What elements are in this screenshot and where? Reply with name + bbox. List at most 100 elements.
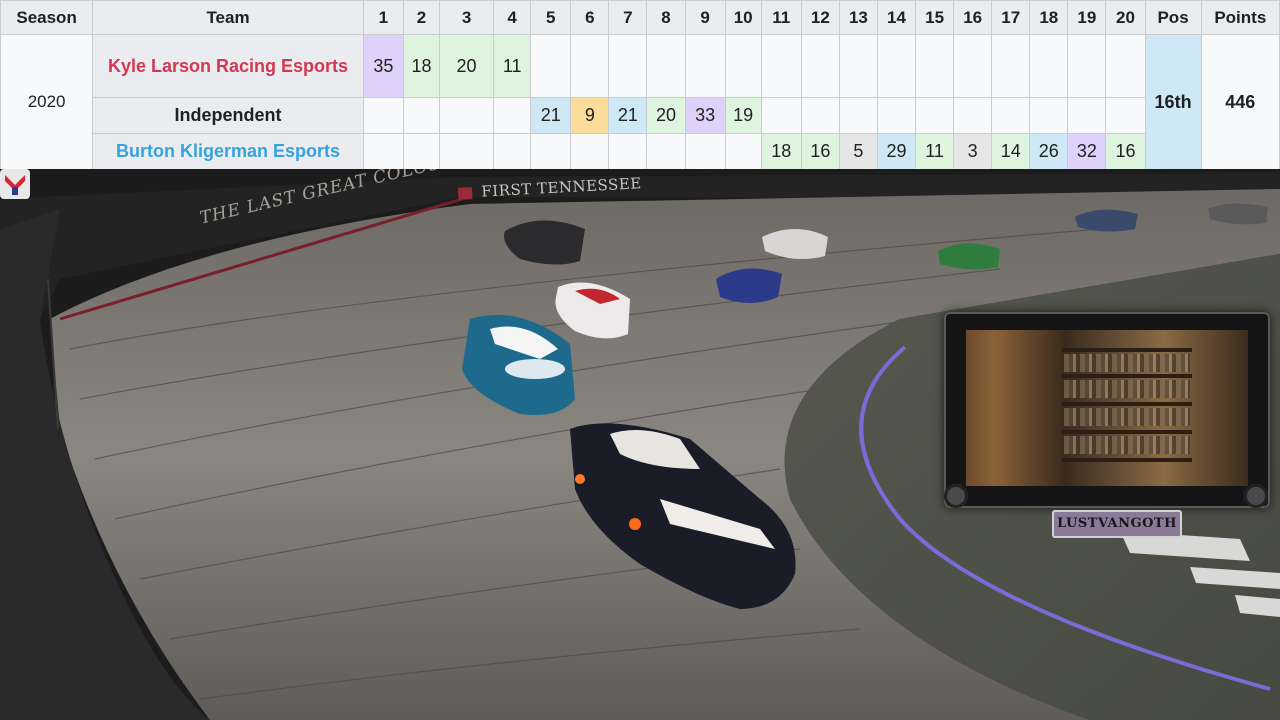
race-result-cell: 3 xyxy=(953,133,993,170)
column-header: 8 xyxy=(646,0,686,35)
car-green xyxy=(938,243,1000,270)
race-result-cell: 18 xyxy=(402,34,441,98)
column-header: 19 xyxy=(1067,0,1107,35)
race-result-cell xyxy=(760,34,802,98)
race-result-cell: 21 xyxy=(608,97,648,134)
bookshelf-shelf xyxy=(1062,348,1192,352)
race-result-cell xyxy=(838,97,878,134)
race-result-cell: 32 xyxy=(1067,133,1107,170)
race-result-cell xyxy=(953,97,993,134)
race-result-cell: 18 xyxy=(760,133,802,170)
bookshelf-books xyxy=(1064,408,1190,426)
column-header: 17 xyxy=(991,0,1031,35)
race-result-cell xyxy=(362,133,404,170)
sponsor-logo-icon xyxy=(457,187,473,200)
webcam-name-badge: LUSTVANGOTH xyxy=(1052,510,1182,538)
race-result-cell: 33 xyxy=(684,97,726,134)
race-result-cell xyxy=(1067,97,1107,134)
race-result-cell: 26 xyxy=(1029,133,1069,170)
header-row: Season Team 1 2 3 4 5 6 7 8 9 10 11 12 13 14 15 16 17 18 19 2… xyxy=(0,0,1280,35)
race-result-cell: 19 xyxy=(724,97,762,134)
column-header: 20 xyxy=(1105,0,1146,35)
team-cell[interactable]: Kyle Larson Racing Esports xyxy=(92,34,364,98)
race-result-cell xyxy=(530,133,572,170)
bookshelf-books xyxy=(1064,380,1190,398)
race-scene: THE LAST GREAT COLOSSEUM FIRST TENNESSEE… xyxy=(0,169,1280,720)
column-header: 4 xyxy=(493,0,532,35)
race-result-cell xyxy=(1029,34,1069,98)
column-header: 18 xyxy=(1029,0,1069,35)
results-table: Season Team 1 2 3 4 5 6 7 8 9 10 11 12 13 14 15 16 17 18 19 2… xyxy=(0,0,1280,170)
bookshelf-books xyxy=(1064,436,1190,454)
bookshelf-books xyxy=(1064,354,1190,372)
table-row: 2020 Kyle Larson Racing Esports 35 18 20 11… xyxy=(0,34,1280,170)
skull-ornament-icon xyxy=(944,484,968,508)
race-result-cell xyxy=(684,133,726,170)
season-cell[interactable]: 2020 xyxy=(0,34,94,170)
table-row: Burton Kligerman Esports 18 16 5 29 11 3 14 26 3… xyxy=(1,133,1280,170)
race-result-cell xyxy=(438,97,495,134)
team-cell: Independent xyxy=(92,97,364,134)
skull-ornament-icon xyxy=(1244,484,1268,508)
column-header: 6 xyxy=(570,0,610,35)
race-result-cell: 21 xyxy=(530,97,572,134)
column-header: 12 xyxy=(800,0,840,35)
column-header: 14 xyxy=(876,0,917,35)
race-result-cell xyxy=(570,34,610,98)
column-header: Pos xyxy=(1144,0,1202,35)
column-header: 9 xyxy=(684,0,726,35)
race-result-cell xyxy=(608,34,648,98)
race-result-cell: 20 xyxy=(646,97,686,134)
bookshelf-shelf xyxy=(1062,374,1192,378)
race-result-cell: 11 xyxy=(493,34,532,98)
column-header: Team xyxy=(92,0,364,35)
race-result-cell xyxy=(876,97,917,134)
table-row: Independent 21 9 21 20 33 19 xyxy=(1,97,1280,134)
column-header: 15 xyxy=(915,0,955,35)
race-result-cell xyxy=(724,133,762,170)
bookshelf-shelf xyxy=(1062,430,1192,434)
bookshelf-shelf xyxy=(1062,458,1192,462)
race-result-cell xyxy=(838,34,878,98)
column-header: Season xyxy=(0,0,94,35)
column-header: 11 xyxy=(760,0,802,35)
race-result-cell: 20 xyxy=(438,34,495,98)
race-result-cell: 16 xyxy=(800,133,840,170)
race-result-cell xyxy=(1105,34,1146,98)
race-result-cell xyxy=(362,97,404,134)
race-result-cell xyxy=(646,34,686,98)
race-result-cell xyxy=(876,34,917,98)
webcam-feed xyxy=(966,330,1248,486)
iracing-logo-icon xyxy=(0,169,30,199)
race-result-cell xyxy=(991,97,1031,134)
race-result-cell xyxy=(646,133,686,170)
team-cell[interactable]: Burton Kligerman Esports xyxy=(92,133,364,170)
race-result-cell: 14 xyxy=(991,133,1031,170)
webcam-overlay: LUSTVANGOTH xyxy=(944,312,1270,538)
column-header: 2 xyxy=(402,0,441,35)
column-header: 3 xyxy=(438,0,495,35)
race-result-cell: 5 xyxy=(838,133,878,170)
race-result-cell xyxy=(800,34,840,98)
race-result-cell xyxy=(530,34,572,98)
race-result-cell xyxy=(724,34,762,98)
race-result-cell: 35 xyxy=(362,34,404,98)
race-result-cell xyxy=(953,34,993,98)
race-result-cell xyxy=(800,97,840,134)
race-result-cell xyxy=(760,97,802,134)
column-header: 1 xyxy=(362,0,404,35)
column-header: 5 xyxy=(530,0,572,35)
position-cell: 16th xyxy=(1144,34,1202,170)
results-table-panel: Season Team 1 2 3 4 5 6 7 8 9 10 11 12 13 14 15 16 17 18 19 2… xyxy=(0,0,1280,170)
race-result-cell xyxy=(570,133,610,170)
race-result-cell: 11 xyxy=(915,133,955,170)
race-result-cell xyxy=(402,133,441,170)
points-cell: 446 xyxy=(1200,34,1280,170)
race-result-cell: 16 xyxy=(1105,133,1146,170)
race-result-cell xyxy=(402,97,441,134)
race-result-cell xyxy=(915,34,955,98)
column-header: Points xyxy=(1200,0,1280,35)
column-header: 16 xyxy=(953,0,993,35)
race-result-cell xyxy=(493,97,532,134)
race-result-cell: 29 xyxy=(876,133,917,170)
